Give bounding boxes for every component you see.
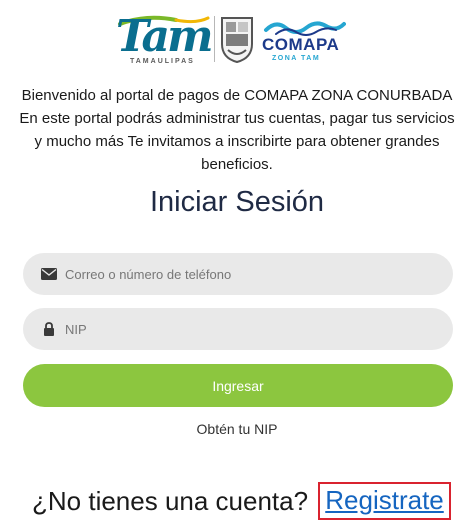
register-link[interactable]: Registrate [318,482,451,520]
page-title: Iniciar Sesión [149,186,325,218]
lock-icon [39,321,59,337]
tam-logo-subtitle: TAMAULIPAS [130,58,195,65]
nip-field[interactable] [23,308,453,350]
comapa-logo-subtitle: ZONA TAM [272,55,321,62]
submit-button[interactable]: Ingresar [23,364,453,407]
login-page: Tam TAMAULIPAS COMAPA ZONA TAM Bienvenid… [0,0,474,529]
logo-divider [214,16,215,62]
tam-logo-word: Tam [116,11,214,62]
email-field[interactable] [23,253,453,295]
comapa-logo: COMAPA ZONA TAM [262,18,346,68]
comapa-wave-icon [264,21,346,36]
welcome-text: Bienvenido al portal de pagos de COMAPA … [19,87,455,173]
register-prompt: ¿No tienes una cuenta? Registrate [0,482,474,522]
get-nip-link[interactable]: Obtén tu NIP [0,421,474,437]
envelope-icon [39,266,59,282]
tam-tamaulipas-logo: Tam TAMAULIPAS [116,11,214,72]
comapa-logo-name: COMAPA [262,35,340,54]
email-input[interactable] [59,253,429,295]
state-crest-icon [218,14,256,64]
register-question: ¿No tienes una cuenta? [32,486,309,516]
nip-input[interactable] [59,308,429,350]
header-logos: Tam TAMAULIPAS COMAPA ZONA TAM [0,10,474,72]
